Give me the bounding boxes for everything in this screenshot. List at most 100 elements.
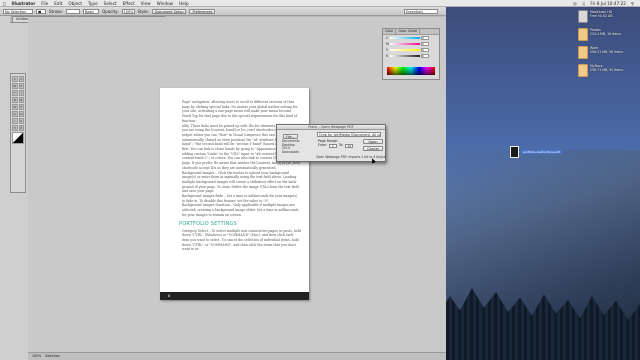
tab-color-guide[interactable]: Color Guide bbox=[396, 29, 421, 34]
fill-swatch[interactable]: ■ bbox=[36, 8, 46, 14]
pencil-tool-icon[interactable]: N bbox=[12, 104, 18, 110]
menu-view[interactable]: View bbox=[141, 1, 151, 6]
color-spectrum[interactable] bbox=[387, 67, 435, 75]
menubar-clock[interactable]: Fri 8 Jul 10:47:22 bbox=[590, 1, 626, 6]
slider-value[interactable]: 0 bbox=[421, 36, 429, 40]
bullet-item: Background Images Fade – Set a time in m… bbox=[182, 194, 298, 203]
location-item[interactable]: Downloads bbox=[282, 150, 300, 155]
style-label: Style: bbox=[137, 8, 149, 14]
desktop-icon-folder[interactable]: Work 256.31 MB, 56 items bbox=[578, 46, 623, 59]
crop-preset-select[interactable]: Crop to: Art/Media [Document, All pages … bbox=[317, 132, 381, 137]
hand-tool-icon[interactable]: H bbox=[12, 125, 18, 131]
menu-object[interactable]: Object bbox=[68, 1, 82, 6]
rectangle-tool-icon[interactable]: R bbox=[12, 97, 18, 103]
scale-tool-icon[interactable]: S bbox=[12, 111, 18, 117]
artboard-page[interactable]: Page" navigation, allowing users to scro… bbox=[160, 88, 309, 300]
document-setup-button[interactable]: Document Setup bbox=[151, 8, 187, 14]
slider-black[interactable]: K 0 bbox=[383, 53, 439, 59]
desktop-icon-drive[interactable]: Macintosh HD Free 50.62 GB bbox=[578, 10, 613, 23]
slider-value[interactable]: 0 bbox=[421, 54, 429, 58]
selection-indicator: No Selection bbox=[3, 8, 33, 14]
menu-select[interactable]: Select bbox=[104, 1, 117, 6]
status-text: Selection bbox=[45, 354, 60, 358]
to-field[interactable]: 10 bbox=[345, 143, 354, 148]
to-label: To: bbox=[338, 142, 344, 147]
control-bar: No Selection ■ Stroke: Basic Opacity: 10… bbox=[0, 7, 446, 16]
spotlight-icon[interactable]: ⚲ bbox=[631, 1, 634, 6]
zoom-tool-icon[interactable]: Z bbox=[18, 125, 24, 131]
body-paragraph: Page" navigation, allowing users to scro… bbox=[182, 100, 298, 123]
menu-window[interactable]: Window bbox=[157, 1, 174, 6]
slider-label: Y bbox=[386, 48, 388, 52]
tools-panel: V A W P T \ R B N E S G I K H Z bbox=[10, 73, 26, 193]
slider-value[interactable]: 0 bbox=[421, 42, 429, 46]
slider-value[interactable]: 0 bbox=[421, 48, 429, 52]
menu-app-name[interactable]: Illustrator bbox=[12, 1, 36, 6]
desktop-icon-sub: 224.4 MB, 16 items bbox=[590, 32, 622, 36]
brush-style-field[interactable]: Basic bbox=[83, 8, 100, 14]
desktop-icon-folder[interactable]: MyDocs 256.71 MB, 55 items bbox=[578, 64, 623, 77]
cancel-button[interactable]: Cancel bbox=[363, 146, 383, 151]
menu-help[interactable]: Help bbox=[179, 1, 189, 6]
opacity-field[interactable]: 100% bbox=[121, 8, 135, 14]
live-paint-tool-icon[interactable]: K bbox=[18, 118, 24, 124]
from-label: From: bbox=[318, 142, 327, 147]
slider-track[interactable] bbox=[390, 37, 420, 39]
slider-label: C bbox=[386, 36, 389, 40]
desktop-icon-folder[interactable]: Photos 224.4 MB, 16 items bbox=[578, 28, 621, 41]
menu-type[interactable]: Type bbox=[88, 1, 98, 6]
hard-drive-icon bbox=[578, 10, 588, 23]
menu-effect[interactable]: Effect bbox=[123, 1, 135, 6]
slider-track[interactable] bbox=[390, 49, 420, 51]
document-body: Page" navigation, allowing users to scro… bbox=[160, 88, 309, 252]
place-pdf-dialog: Place – Open Webpage PDF File... Documen… bbox=[276, 124, 386, 162]
preferences-button[interactable]: Preferences bbox=[189, 8, 216, 14]
direct-selection-tool-icon[interactable]: A bbox=[18, 76, 24, 82]
opacity-label: Opacity: bbox=[102, 8, 119, 14]
menu-file[interactable]: File bbox=[41, 1, 48, 6]
page-footer: 8 bbox=[160, 292, 309, 300]
line-tool-icon[interactable]: \ bbox=[18, 90, 24, 96]
folder-icon bbox=[578, 64, 588, 77]
pen-tool-icon[interactable]: P bbox=[18, 83, 24, 89]
tab-color[interactable]: Color bbox=[383, 29, 397, 34]
desktop-pdf-file[interactable]: portfolio-instructions.pdf bbox=[510, 146, 563, 158]
folder-icon bbox=[578, 46, 588, 59]
bullet-item: Background Images Duration – Only applic… bbox=[182, 203, 299, 217]
color-panel: Color Color Guide C 0 M 0 Y 0 K 0 bbox=[382, 28, 440, 80]
slider-track[interactable] bbox=[390, 43, 420, 45]
stroke-label: Stroke: bbox=[49, 8, 64, 14]
desktop-icon-sub: Free 50.62 GB bbox=[590, 14, 613, 18]
menu-bar:  Illustrator File Edit Object Type Sele… bbox=[0, 0, 640, 7]
dialog-title: Place – Open Webpage PDF bbox=[277, 125, 385, 130]
menu-edit[interactable]: Edit bbox=[54, 1, 62, 6]
desktop-icon-sub: 256.31 MB, 56 items bbox=[590, 50, 624, 54]
section-heading: PORTFOLIO SETTINGS bbox=[179, 220, 237, 227]
bullet-item: Background Images – Click the button to … bbox=[182, 170, 299, 194]
volume-icon[interactable]: ♫ bbox=[582, 1, 586, 6]
stroke-weight-field[interactable] bbox=[66, 8, 81, 14]
desktop-file-label: portfolio-instructions.pdf bbox=[521, 150, 563, 154]
pdf-file-icon bbox=[510, 146, 519, 158]
eraser-tool-icon[interactable]: E bbox=[18, 104, 24, 110]
workspace-switcher[interactable]: Essentials bbox=[404, 8, 438, 14]
from-field[interactable]: 1 bbox=[328, 143, 337, 148]
paintbrush-tool-icon[interactable]: B bbox=[18, 97, 24, 103]
open-button[interactable]: Open bbox=[363, 139, 383, 144]
slider-track[interactable] bbox=[390, 55, 420, 57]
wifi-icon[interactable]: ◎ bbox=[573, 1, 577, 6]
slider-label: M bbox=[386, 42, 389, 46]
type-tool-icon[interactable]: T bbox=[12, 90, 18, 96]
fill-stroke-swatch[interactable] bbox=[12, 132, 24, 144]
folder-icon bbox=[578, 28, 588, 41]
selection-tool-icon[interactable]: V bbox=[12, 76, 18, 82]
eyedropper-tool-icon[interactable]: I bbox=[12, 118, 18, 124]
magic-wand-tool-icon[interactable]: W bbox=[12, 83, 18, 89]
gradient-tool-icon[interactable]: G bbox=[18, 111, 24, 117]
zoom-level[interactable]: 100% bbox=[32, 354, 41, 358]
page-number: 8 bbox=[168, 294, 171, 298]
location-list: Documents Desktop 2014 Downloads bbox=[282, 139, 300, 155]
apple-icon[interactable]:  bbox=[3, 1, 6, 6]
dialog-note: Open Webpage PDF: imports 2 bit to 4 bit… bbox=[316, 155, 386, 159]
page-range-group: Page Range: From: 1 To: 10 bbox=[318, 139, 354, 148]
